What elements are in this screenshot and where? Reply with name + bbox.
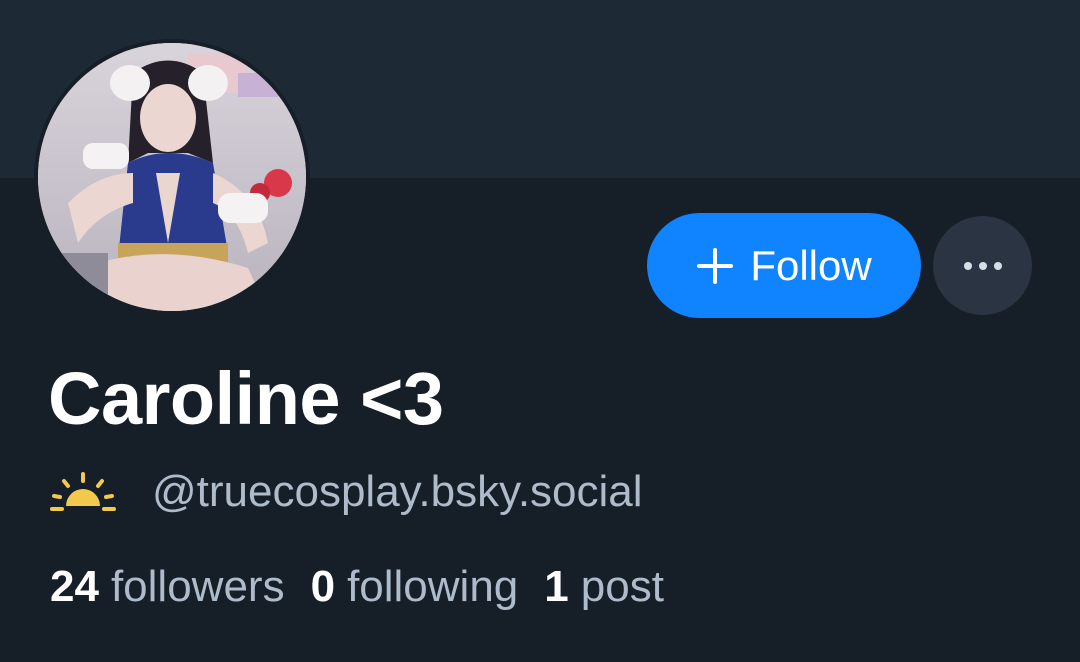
follow-label: Follow <box>750 241 872 289</box>
profile-stats: 24 followers 0 following 1 post <box>50 562 690 618</box>
ellipsis-icon <box>963 261 1002 270</box>
posts-label: post <box>580 562 664 611</box>
following-count: 0 <box>310 562 336 611</box>
follow-button[interactable]: Follow <box>647 213 921 318</box>
handle-row: @truecosplay.bsky.social <box>50 464 643 520</box>
followers-stat[interactable]: 24 followers <box>50 562 285 612</box>
following-stat[interactable]: 0 following <box>311 562 519 612</box>
user-handle[interactable]: @truecosplay.bsky.social <box>152 467 643 517</box>
posts-count: 1 <box>544 562 569 611</box>
posts-stat: 1 post <box>544 562 664 612</box>
sun-icon <box>50 472 116 512</box>
plus-icon <box>696 247 734 285</box>
followers-label: followers <box>110 562 285 611</box>
following-label: following <box>347 562 519 611</box>
avatar[interactable] <box>34 39 310 315</box>
followers-count: 24 <box>50 562 99 611</box>
avatar-image <box>38 43 306 311</box>
profile-page: Follow Caroline <3 @truecosplay.bsky.soc… <box>0 0 1080 662</box>
display-name: Caroline <3 <box>48 357 444 440</box>
more-options-button[interactable] <box>933 216 1032 315</box>
